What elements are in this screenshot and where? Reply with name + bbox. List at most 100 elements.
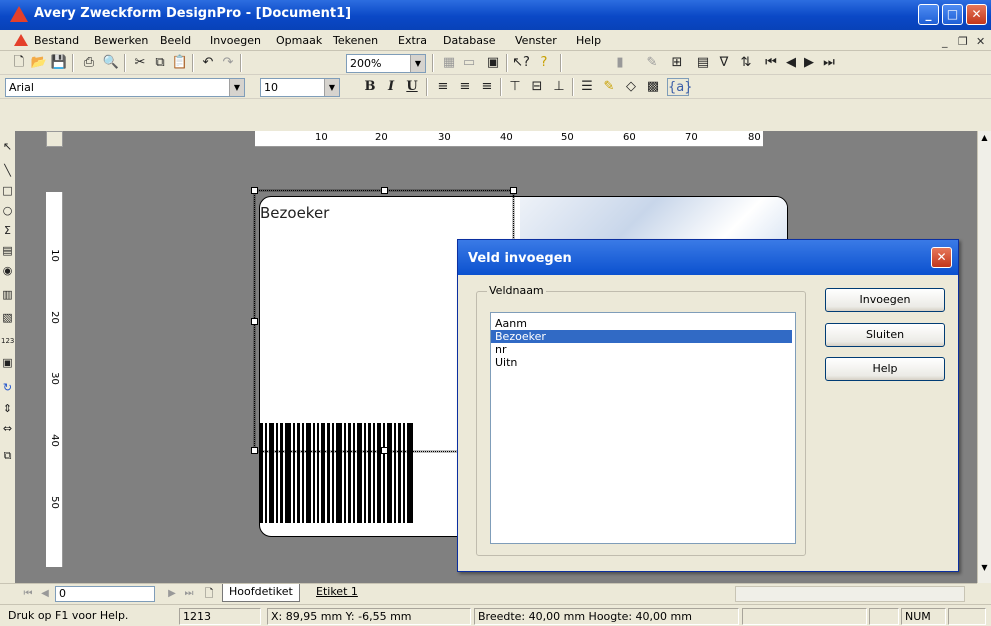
align-left-icon[interactable]: ≡	[434, 78, 452, 96]
merge-icon[interactable]: ▮	[611, 54, 629, 72]
italic-button[interactable]: I	[382, 78, 400, 96]
undo-icon[interactable]: ↶	[199, 54, 217, 72]
barcode-tool-icon[interactable]: ▥	[1, 288, 14, 302]
align-center-icon[interactable]: ≡	[456, 78, 474, 96]
dialog-close-button[interactable]: ✕	[931, 247, 952, 268]
menu-venster[interactable]: Venster	[515, 34, 557, 47]
print-preview-icon[interactable]: 🔍	[102, 54, 120, 72]
redo-icon[interactable]: ↷	[219, 54, 237, 72]
list-item[interactable]: Aanm	[491, 317, 792, 330]
last-record-icon[interactable]: ⏭	[820, 54, 838, 72]
align-right-icon[interactable]: ≡	[478, 78, 496, 96]
tab-etiket-1[interactable]: Etiket 1	[310, 584, 364, 602]
scroll-up-icon[interactable]: ▲	[979, 133, 990, 147]
line-tool-icon[interactable]: ╲	[1, 164, 14, 178]
pattern-icon[interactable]: ▩	[644, 78, 662, 96]
new-icon[interactable]: 🗋	[10, 54, 28, 72]
menu-beeld[interactable]: Beeld	[160, 34, 191, 47]
help-button[interactable]: Help	[825, 357, 945, 381]
last-page-icon[interactable]: ⏭	[180, 585, 198, 603]
chevron-down-icon[interactable]: ▼	[324, 79, 339, 96]
fill-color-icon[interactable]: ◇	[622, 78, 640, 96]
menu-bewerken[interactable]: Bewerken	[94, 34, 148, 47]
copy-icon[interactable]: ⧉	[151, 54, 169, 72]
horizontal-scrollbar[interactable]	[735, 586, 965, 602]
table-icon[interactable]: ▤	[694, 54, 712, 72]
sum-tool-icon[interactable]: Σ	[1, 224, 14, 238]
help-icon[interactable]: ?	[535, 54, 553, 72]
tab-hoofdetiket[interactable]: Hoofdetiket	[222, 584, 300, 602]
resize-handle[interactable]	[251, 318, 258, 325]
prev-page-icon[interactable]: ◀	[36, 585, 54, 603]
resize-handle[interactable]	[251, 447, 258, 454]
insert-field-icon[interactable]: ⊞	[668, 54, 686, 72]
mdi-minimize-icon[interactable]: _	[942, 35, 948, 48]
menu-invoegen[interactable]: Invoegen	[210, 34, 261, 47]
chevron-down-icon[interactable]: ▼	[229, 79, 244, 96]
next-page-icon[interactable]: ▶	[163, 585, 181, 603]
counter-tool-icon[interactable]: 123	[1, 334, 14, 348]
mdi-close-icon[interactable]: ✕	[976, 35, 985, 48]
horizontal-distribute-icon[interactable]: ⇔	[1, 422, 14, 436]
paste-icon[interactable]: 📋	[171, 54, 189, 72]
pointer-icon[interactable]: ↖	[1, 140, 14, 154]
context-help-icon[interactable]: ↖?	[512, 54, 530, 72]
vertical-distribute-icon[interactable]: ⇕	[1, 402, 14, 416]
list-item-selected[interactable]: Bezoeker	[491, 330, 792, 343]
menu-tekenen[interactable]: Tekenen	[333, 34, 378, 47]
page-number-field[interactable]: 0	[55, 586, 155, 602]
font-select[interactable]: Arial ▼	[5, 78, 245, 97]
open-icon[interactable]: 📂	[30, 54, 48, 72]
database-icon[interactable]: ▣	[484, 54, 502, 72]
text-tool-icon[interactable]: ▤	[1, 244, 14, 258]
menu-extra[interactable]: Extra	[398, 34, 427, 47]
next-record-icon[interactable]: ▶	[800, 54, 818, 72]
layout-icon[interactable]: ▭	[460, 54, 478, 72]
field-token-button[interactable]: {a}	[667, 78, 693, 96]
maximize-button[interactable]: □	[942, 4, 963, 25]
field-list[interactable]: Aanm Bezoeker nr Uitn	[490, 312, 796, 544]
resize-handle[interactable]	[510, 187, 517, 194]
picture-tool-icon[interactable]: ▧	[1, 311, 14, 325]
menu-database[interactable]: Database	[443, 34, 496, 47]
rectangle-tool-icon[interactable]: □	[1, 184, 14, 198]
close-button[interactable]: ✕	[966, 4, 987, 25]
resize-handle[interactable]	[381, 447, 388, 454]
prev-record-icon[interactable]: ◀	[782, 54, 800, 72]
list-item[interactable]: Uitn	[491, 356, 792, 369]
rotate-tool-icon[interactable]: ↻	[1, 381, 14, 395]
menu-bestand[interactable]: Bestand	[34, 34, 79, 47]
first-record-icon[interactable]: ⏮	[762, 54, 780, 72]
vertical-scrollbar[interactable]: ▲ ▼	[977, 131, 991, 583]
line-style-icon[interactable]: ☰	[578, 78, 596, 96]
resize-handle[interactable]	[251, 187, 258, 194]
grid-icon[interactable]: ▦	[440, 54, 458, 72]
valign-middle-icon[interactable]: ⊟	[528, 78, 546, 96]
font-size-select[interactable]: 10 ▼	[260, 78, 340, 97]
valign-top-icon[interactable]: ⊤	[506, 78, 524, 96]
resize-handle[interactable]	[381, 187, 388, 194]
menu-help[interactable]: Help	[576, 34, 601, 47]
list-item[interactable]: nr	[491, 343, 792, 356]
zoom-select[interactable]: 200% ▼	[346, 54, 426, 73]
document-icon[interactable]	[14, 34, 28, 46]
chevron-down-icon[interactable]: ▼	[410, 55, 425, 72]
filter-icon[interactable]: ∇	[715, 54, 733, 72]
print-icon[interactable]: ⎙	[80, 54, 98, 72]
scroll-down-icon[interactable]: ▼	[979, 563, 990, 577]
menu-opmaak[interactable]: Opmaak	[276, 34, 322, 47]
edit-icon[interactable]: ✎	[643, 54, 661, 72]
bring-front-icon[interactable]: ⧉	[1, 449, 14, 463]
sort-icon[interactable]: ⇅	[737, 54, 755, 72]
mdi-restore-icon[interactable]: ❐	[958, 35, 968, 48]
save-icon[interactable]: 💾	[50, 54, 68, 72]
cut-icon[interactable]: ✂	[131, 54, 149, 72]
close-dialog-button[interactable]: Sluiten	[825, 323, 945, 347]
minimize-button[interactable]: _	[918, 4, 939, 25]
bold-button[interactable]: B	[361, 78, 379, 96]
circle-text-tool-icon[interactable]: ◉	[1, 264, 14, 278]
ellipse-tool-icon[interactable]: ○	[1, 204, 14, 218]
new-page-icon[interactable]: 🗋	[200, 585, 218, 603]
underline-button[interactable]: U	[403, 78, 421, 96]
valign-bottom-icon[interactable]: ⊥	[550, 78, 568, 96]
